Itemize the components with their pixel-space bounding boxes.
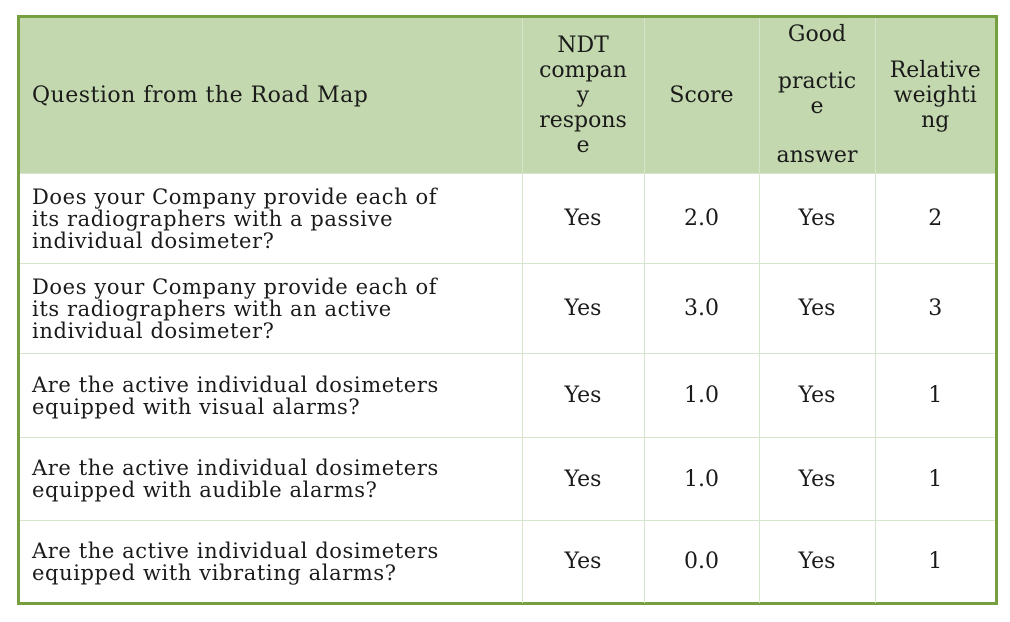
question-line: equipped with audible alarms? <box>32 478 378 502</box>
question-cell: Does your Company provide each of its ra… <box>20 263 523 354</box>
question-line: Does your Company provide each of <box>32 184 438 209</box>
road-map-table: Question from the Road Map NDT compan y … <box>17 15 998 605</box>
question-line: Does your Company provide each of <box>32 274 438 299</box>
good-practice-cell: Yes <box>758 353 876 438</box>
header-good-practice: Good practic e answer <box>758 18 876 174</box>
table-row: Does your Company provide each of its ra… <box>20 263 995 354</box>
header-line: answer <box>776 143 858 168</box>
good-practice-cell: Yes <box>758 263 876 354</box>
header-ndt-response: NDT compan y respons e <box>521 18 645 174</box>
weighting-cell: 1 <box>874 353 995 438</box>
question-cell: Are the active individual dosimeters equ… <box>20 520 523 603</box>
header-line: respons <box>539 108 627 133</box>
question-cell: Are the active individual dosimeters equ… <box>20 353 523 438</box>
weighting-cell: 1 <box>874 437 995 521</box>
question-line: Are the active individual dosimeters <box>32 538 439 563</box>
good-practice-cell: Yes <box>758 437 876 521</box>
weighting-cell: 2 <box>874 173 995 264</box>
header-line: Good <box>787 22 847 47</box>
question-line: its radiographers with a passive <box>32 206 394 231</box>
table-row: Does your Company provide each of its ra… <box>20 173 995 264</box>
header-line: e <box>810 94 824 119</box>
header-row: Question from the Road Map NDT compan y … <box>20 18 995 174</box>
table-row: Are the active individual dosimeters equ… <box>20 353 995 438</box>
good-practice-cell: Yes <box>758 520 876 603</box>
header-line: Relative <box>889 58 981 83</box>
score-cell: 1.0 <box>643 353 760 438</box>
question-line: individual dosimeter? <box>32 318 275 343</box>
header-score: Score <box>643 18 760 174</box>
header-question: Question from the Road Map <box>20 18 523 174</box>
score-cell: 3.0 <box>643 263 760 354</box>
table-row: Are the active individual dosimeters equ… <box>20 437 995 521</box>
question-line: Are the active individual dosimeters <box>32 456 439 480</box>
weighting-cell: 3 <box>874 263 995 354</box>
response-cell: Yes <box>521 263 645 354</box>
question-cell: Does your Company provide each of its ra… <box>20 173 523 264</box>
question-cell: Are the active individual dosimeters equ… <box>20 437 523 521</box>
question-line: Are the active individual dosimeters <box>32 372 439 397</box>
header-line: weighti <box>893 83 977 108</box>
score-cell: 2.0 <box>643 173 760 264</box>
question-line: its radiographers with an active <box>32 296 392 321</box>
header-line: ng <box>921 108 950 133</box>
weighting-cell: 1 <box>874 520 995 603</box>
response-cell: Yes <box>521 353 645 438</box>
header-relative-weighting: Relative weighti ng <box>874 18 995 174</box>
header-line: y <box>576 83 590 108</box>
header-line: e <box>576 133 590 158</box>
question-line: equipped with visual alarms? <box>32 394 361 419</box>
response-cell: Yes <box>521 520 645 603</box>
header-line: compan <box>539 58 627 83</box>
question-line: equipped with vibrating alarms? <box>32 560 397 585</box>
good-practice-cell: Yes <box>758 173 876 264</box>
score-cell: 1.0 <box>643 437 760 521</box>
table-row: Are the active individual dosimeters equ… <box>20 520 995 603</box>
response-cell: Yes <box>521 173 645 264</box>
response-cell: Yes <box>521 437 645 521</box>
score-cell: 0.0 <box>643 520 760 603</box>
header-line: practic <box>777 69 857 94</box>
question-line: individual dosimeter? <box>32 228 275 253</box>
header-line: NDT <box>557 33 609 58</box>
